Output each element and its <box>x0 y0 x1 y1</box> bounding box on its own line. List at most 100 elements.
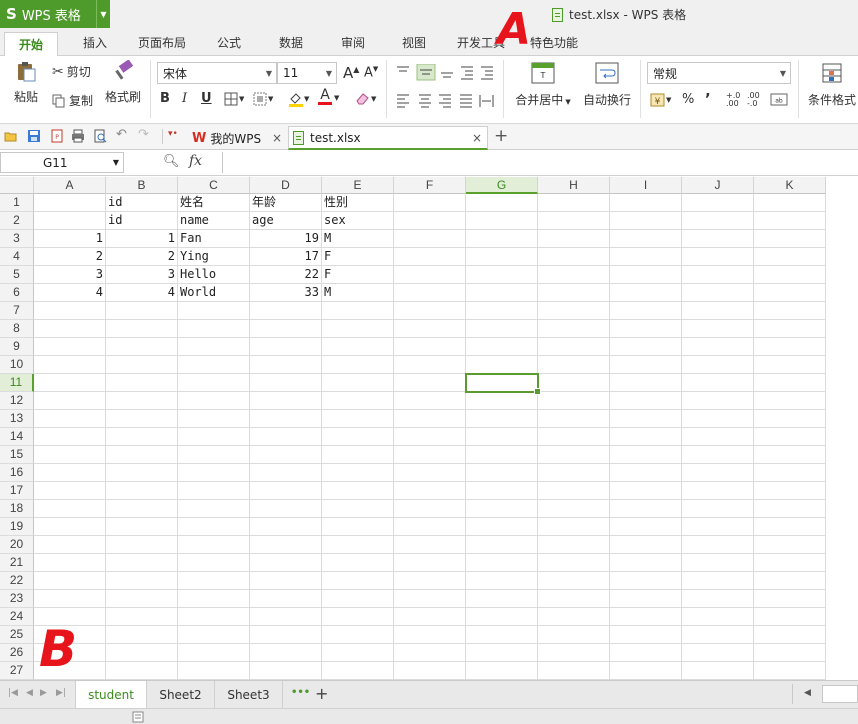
cell-i16[interactable] <box>610 464 682 482</box>
cell-j9[interactable] <box>682 338 754 356</box>
cell-i12[interactable] <box>610 392 682 410</box>
cell-e25[interactable] <box>322 626 394 644</box>
cell-e16[interactable] <box>322 464 394 482</box>
cell-c26[interactable] <box>178 644 250 662</box>
cell-k18[interactable] <box>754 500 826 518</box>
cell-b4[interactable]: 2 <box>106 248 178 266</box>
cell-k1[interactable] <box>754 194 826 212</box>
cell-h13[interactable] <box>538 410 610 428</box>
cell-h24[interactable] <box>538 608 610 626</box>
column-header-c[interactable]: C <box>178 177 250 194</box>
cell-c25[interactable] <box>178 626 250 644</box>
cell-d24[interactable] <box>250 608 322 626</box>
cell-k6[interactable] <box>754 284 826 302</box>
underline-button[interactable]: U <box>201 91 212 106</box>
cell-d25[interactable] <box>250 626 322 644</box>
cell-i24[interactable] <box>610 608 682 626</box>
font-name-select[interactable]: 宋体 ▼ <box>157 62 277 84</box>
cell-f4[interactable] <box>394 248 466 266</box>
cell-f20[interactable] <box>394 536 466 554</box>
sheet-tab-sheet2[interactable]: Sheet2 <box>147 681 215 708</box>
row-header-24[interactable]: 24 <box>0 608 34 626</box>
cell-k20[interactable] <box>754 536 826 554</box>
chevron-down-icon[interactable]: ▼ <box>96 0 110 28</box>
column-header-k[interactable]: K <box>754 177 826 194</box>
cell-c18[interactable] <box>178 500 250 518</box>
cell-h2[interactable] <box>538 212 610 230</box>
column-header-f[interactable]: F <box>394 177 466 194</box>
cell-k21[interactable] <box>754 554 826 572</box>
row-header-14[interactable]: 14 <box>0 428 34 446</box>
cell-h1[interactable] <box>538 194 610 212</box>
cell-j23[interactable] <box>682 590 754 608</box>
cell-d26[interactable] <box>250 644 322 662</box>
cell-g24[interactable] <box>466 608 538 626</box>
cell-d14[interactable] <box>250 428 322 446</box>
cell-i3[interactable] <box>610 230 682 248</box>
cell-h19[interactable] <box>538 518 610 536</box>
cell-k25[interactable] <box>754 626 826 644</box>
cell-g23[interactable] <box>466 590 538 608</box>
cell-e13[interactable] <box>322 410 394 428</box>
cell-d8[interactable] <box>250 320 322 338</box>
tab-view[interactable]: 视图 <box>402 34 426 51</box>
cell-b16[interactable] <box>106 464 178 482</box>
last-sheet-icon[interactable]: ▶| <box>56 688 66 698</box>
name-box[interactable]: G11 ▼ <box>0 152 124 173</box>
cell-j13[interactable] <box>682 410 754 428</box>
cell-k11[interactable] <box>754 374 826 392</box>
row-header-18[interactable]: 18 <box>0 500 34 518</box>
tab-home[interactable]: 开始 <box>4 32 59 56</box>
cell-h8[interactable] <box>538 320 610 338</box>
cell-h4[interactable] <box>538 248 610 266</box>
row-header-25[interactable]: 25 <box>0 626 34 644</box>
row-header-21[interactable]: 21 <box>0 554 34 572</box>
scroll-left-icon[interactable]: ◀ <box>804 688 811 698</box>
cell-k9[interactable] <box>754 338 826 356</box>
cell-b25[interactable] <box>106 626 178 644</box>
cell-b5[interactable]: 3 <box>106 266 178 284</box>
customize-toolbar-icon[interactable]: ▾• <box>168 129 182 143</box>
cell-b27[interactable] <box>106 662 178 680</box>
row-header-19[interactable]: 19 <box>0 518 34 536</box>
cell-a5[interactable]: 3 <box>34 266 106 284</box>
cell-h18[interactable] <box>538 500 610 518</box>
row-header-17[interactable]: 17 <box>0 482 34 500</box>
currency-button[interactable]: ¥ ▼ <box>650 93 671 107</box>
cell-c8[interactable] <box>178 320 250 338</box>
tab-special-features[interactable]: 特色功能 <box>530 34 578 51</box>
cell-i10[interactable] <box>610 356 682 374</box>
vertical-align-icons[interactable] <box>395 64 495 82</box>
select-all-corner[interactable] <box>0 177 34 194</box>
cell-f22[interactable] <box>394 572 466 590</box>
cell-k4[interactable] <box>754 248 826 266</box>
cell-e6[interactable]: M <box>322 284 394 302</box>
row-header-27[interactable]: 27 <box>0 662 34 680</box>
cell-g1[interactable] <box>466 194 538 212</box>
cell-b22[interactable] <box>106 572 178 590</box>
cell-j18[interactable] <box>682 500 754 518</box>
tab-page-layout[interactable]: 页面布局 <box>138 34 186 51</box>
cell-e3[interactable]: M <box>322 230 394 248</box>
cell-a22[interactable] <box>34 572 106 590</box>
spreadsheet-grid[interactable]: A B C D E F G H I J K 1 id 姓名 年龄 性别 2 id name age sex 3 1 1 Fan 1… <box>0 177 858 680</box>
cell-j20[interactable] <box>682 536 754 554</box>
cell-j1[interactable] <box>682 194 754 212</box>
copy-button[interactable]: 复制 <box>52 92 93 109</box>
sheet-tab-sheet3[interactable]: Sheet3 <box>215 681 283 708</box>
cell-a7[interactable] <box>34 302 106 320</box>
cell-i7[interactable] <box>610 302 682 320</box>
cell-k3[interactable] <box>754 230 826 248</box>
cell-j16[interactable] <box>682 464 754 482</box>
cell-f12[interactable] <box>394 392 466 410</box>
cell-g13[interactable] <box>466 410 538 428</box>
cell-i26[interactable] <box>610 644 682 662</box>
cell-d19[interactable] <box>250 518 322 536</box>
cell-k8[interactable] <box>754 320 826 338</box>
cell-i17[interactable] <box>610 482 682 500</box>
cell-c1[interactable]: 姓名 <box>178 194 250 212</box>
cell-k13[interactable] <box>754 410 826 428</box>
cell-g8[interactable] <box>466 320 538 338</box>
borders-button[interactable]: ▼ <box>224 92 244 106</box>
cell-f3[interactable] <box>394 230 466 248</box>
